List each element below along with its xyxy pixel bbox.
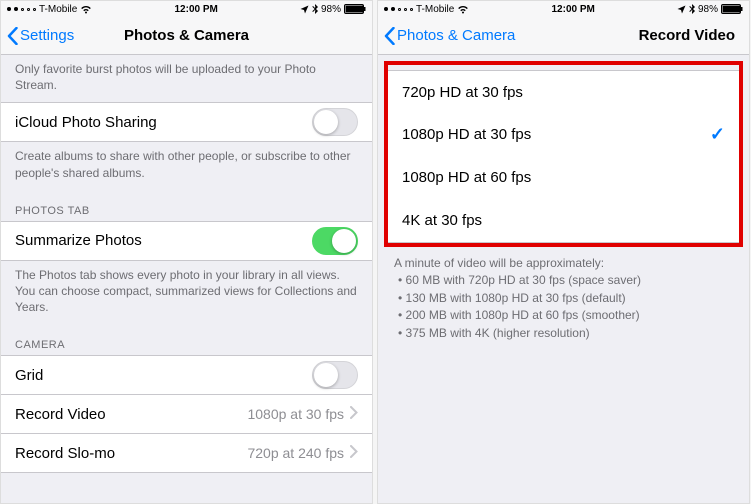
chevron-left-icon: [384, 27, 395, 45]
info-line: 130 MB with 1080p HD at 30 fps (default): [398, 290, 733, 307]
size-info-block: A minute of video will be approximately:…: [378, 247, 749, 350]
chevron-left-icon: [7, 27, 18, 45]
settings-content: Only favorite burst photos will be uploa…: [1, 55, 372, 503]
page-title: Photos & Camera: [124, 27, 249, 44]
toggle-summarize-photos[interactable]: [312, 227, 358, 255]
location-icon: [300, 5, 309, 14]
clock-label: 12:00 PM: [174, 4, 217, 15]
burst-note: Only favorite burst photos will be uploa…: [1, 55, 372, 103]
cell-label: iCloud Photo Sharing: [15, 114, 157, 131]
toggle-grid[interactable]: [312, 361, 358, 389]
nav-bar: Settings Photos & Camera: [1, 17, 372, 55]
cell-value: 1080p at 30 fps: [247, 406, 344, 422]
screen-photos-camera: T-Mobile 12:00 PM 98% Settings Photos & …: [0, 0, 373, 504]
summarize-note: The Photos tab shows every photo in your…: [1, 261, 372, 326]
cell-record-slomo[interactable]: Record Slo-mo 720p at 240 fps: [1, 433, 372, 473]
battery-pct-label: 98%: [321, 4, 341, 15]
checkmark-icon: ✓: [710, 124, 725, 145]
option-4k-30[interactable]: 4K at 30 fps: [388, 199, 739, 243]
battery-icon: [344, 4, 366, 14]
highlight-annotation: 720p HD at 30 fps 1080p HD at 30 fps ✓ 1…: [384, 61, 743, 247]
location-icon: [677, 5, 686, 14]
bluetooth-icon: [689, 4, 695, 14]
option-label: 4K at 30 fps: [402, 212, 482, 229]
back-label: Settings: [20, 27, 74, 44]
nav-bar: Photos & Camera Record Video: [378, 17, 749, 55]
section-header-camera: CAMERA: [1, 325, 372, 356]
section-header-photos-tab: PHOTOS TAB: [1, 191, 372, 222]
battery-icon: [721, 4, 743, 14]
carrier-label: T-Mobile: [416, 4, 454, 15]
page-title: Record Video: [639, 27, 735, 44]
option-label: 1080p HD at 60 fps: [402, 169, 531, 186]
screen-record-video: T-Mobile 12:00 PM 98% Photos & Camera Re…: [377, 0, 750, 504]
cell-label: Summarize Photos: [15, 232, 142, 249]
record-video-content: 720p HD at 30 fps 1080p HD at 30 fps ✓ 1…: [378, 55, 749, 503]
option-label: 720p HD at 30 fps: [402, 84, 523, 101]
info-line: 375 MB with 4K (higher resolution): [398, 325, 733, 342]
bluetooth-icon: [312, 4, 318, 14]
chevron-right-icon: [350, 445, 358, 461]
cell-summarize-photos[interactable]: Summarize Photos: [1, 221, 372, 261]
option-1080p-60[interactable]: 1080p HD at 60 fps: [388, 156, 739, 200]
cell-value: 720p at 240 fps: [247, 445, 344, 461]
cell-label: Grid: [15, 367, 43, 384]
option-720p-30[interactable]: 720p HD at 30 fps: [388, 70, 739, 114]
option-label: 1080p HD at 30 fps: [402, 126, 531, 143]
cell-grid[interactable]: Grid: [1, 355, 372, 395]
carrier-label: T-Mobile: [39, 4, 77, 15]
wifi-icon: [457, 5, 469, 14]
status-bar: T-Mobile 12:00 PM 98%: [378, 1, 749, 17]
back-button-settings[interactable]: Settings: [7, 27, 74, 45]
back-label: Photos & Camera: [397, 27, 515, 44]
cell-record-video[interactable]: Record Video 1080p at 30 fps: [1, 394, 372, 434]
option-1080p-30[interactable]: 1080p HD at 30 fps ✓: [388, 113, 739, 157]
status-bar: T-Mobile 12:00 PM 98%: [1, 1, 372, 17]
cell-label: Record Slo-mo: [15, 445, 115, 462]
chevron-right-icon: [350, 406, 358, 422]
info-line: 60 MB with 720p HD at 30 fps (space save…: [398, 272, 733, 289]
cell-label: Record Video: [15, 406, 106, 423]
icloud-sharing-note: Create albums to share with other people…: [1, 142, 372, 190]
toggle-icloud-sharing[interactable]: [312, 108, 358, 136]
back-button-photos-camera[interactable]: Photos & Camera: [384, 27, 515, 45]
info-line: 200 MB with 1080p HD at 60 fps (smoother…: [398, 307, 733, 324]
info-header: A minute of video will be approximately:: [394, 255, 733, 272]
clock-label: 12:00 PM: [551, 4, 594, 15]
cell-icloud-photo-sharing[interactable]: iCloud Photo Sharing: [1, 102, 372, 142]
battery-pct-label: 98%: [698, 4, 718, 15]
wifi-icon: [80, 5, 92, 14]
